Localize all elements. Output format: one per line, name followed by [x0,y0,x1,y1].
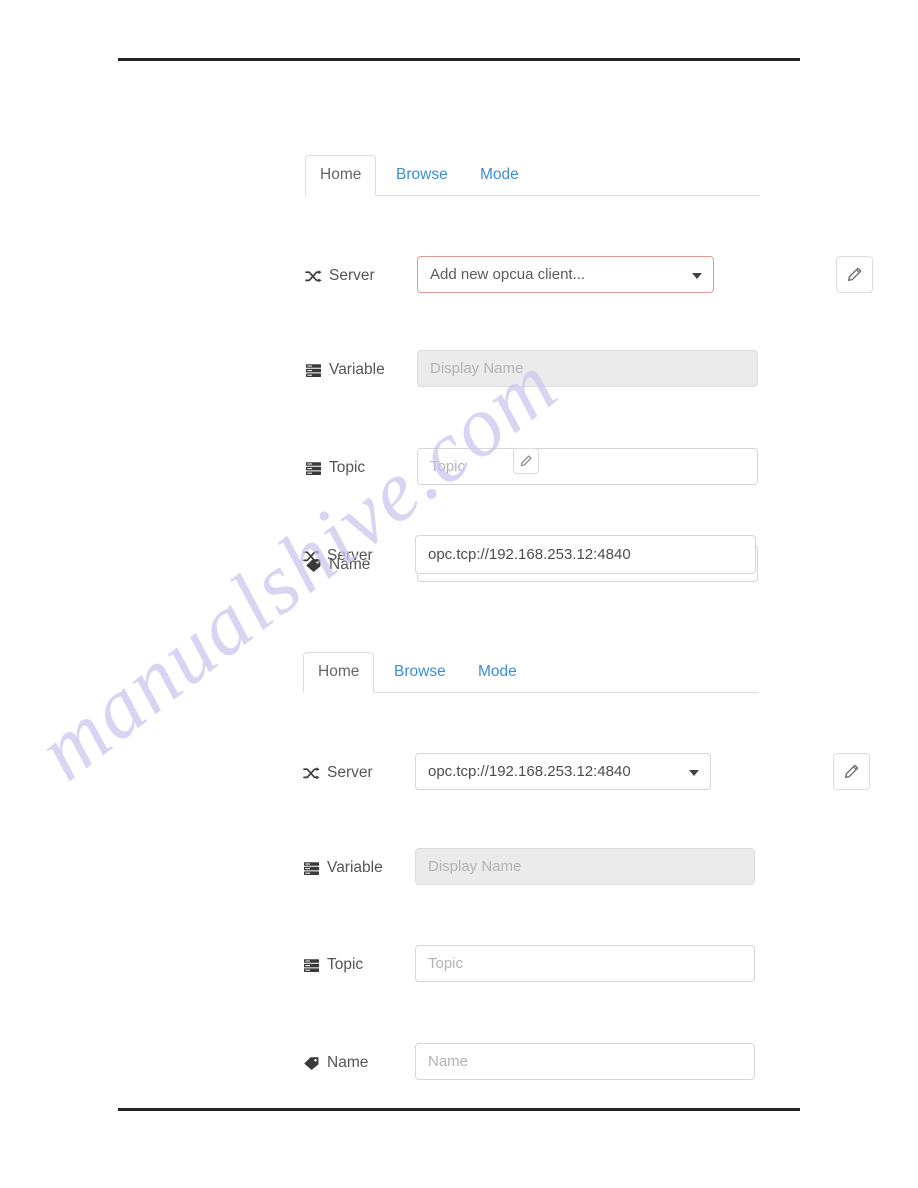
server-icon [305,461,322,476]
variable-input[interactable]: Display Name [417,350,758,387]
tab-mode[interactable]: Mode [463,652,532,693]
server-standalone-control-wrap: opc.tcp://192.168.253.12:4840 [415,535,756,574]
tab-browse[interactable]: Browse [381,155,463,196]
form-row-server: Server Add new opcua client... [305,256,873,305]
chevron-down-icon [689,769,699,776]
header-rule [118,58,800,61]
server-icon [305,363,322,378]
edit-server-button[interactable] [833,753,870,790]
tab-home-label: Home [318,663,360,680]
topic-input[interactable]: Topic [417,448,758,485]
tab-mode[interactable]: Mode [465,155,534,196]
label-server: Server [303,547,373,565]
shuffle-icon [305,269,322,284]
server-control-wrap: Add new opcua client... [417,256,873,293]
variable-input-placeholder: Display Name [430,360,524,377]
form-row-topic: Topic Topic [305,448,775,497]
name-input[interactable]: Name [415,1043,755,1080]
topic-input-placeholder: Topic [428,955,464,972]
server-select-value: opc.tcp://192.168.253.12:4840 [428,763,631,780]
pencil-icon [520,455,532,467]
edit-button-standalone[interactable] [513,448,539,474]
label-name-text: Name [327,1054,369,1071]
tab-mode-label: Mode [480,166,519,183]
label-topic: Topic [305,459,365,477]
server-url-value: opc.tcp://192.168.253.12:4840 [428,546,631,563]
tab-home[interactable]: Home [303,652,375,693]
tab-browse-label: Browse [396,166,448,183]
pencil-icon [844,764,859,779]
form-row-topic: Topic Topic [303,945,773,994]
topic-input[interactable]: Topic [415,945,755,982]
tab-browse[interactable]: Browse [379,652,461,693]
variable-control-wrap: Display Name [417,350,758,387]
edit-server-button[interactable] [836,256,873,293]
topic-control-wrap: Topic [415,945,755,982]
name-input-placeholder: Name [428,1053,469,1070]
label-variable: Variable [303,859,383,877]
variable-input-placeholder: Display Name [428,858,522,875]
form-row-variable: Variable Display Name [303,848,773,897]
topic-input-placeholder: Topic [430,458,466,475]
variable-control-wrap: Display Name [415,848,755,885]
server-icon [303,861,320,876]
label-server-text: Server [327,547,373,564]
variable-input[interactable]: Display Name [415,848,755,885]
label-server-text: Server [329,267,375,284]
tab-bar-bottom: Home Browse Mode [303,652,758,693]
server-control-wrap: opc.tcp://192.168.253.12:4840 [415,753,870,790]
label-variable-text: Variable [327,859,383,876]
shuffle-icon [303,549,320,564]
server-select-value: Add new opcua client... [430,266,586,283]
form-row-variable: Variable Display Name [305,350,775,399]
tab-bar-top: Home Browse Mode [305,155,760,196]
label-variable: Variable [305,361,385,379]
form-row-name: Name Name [303,1043,773,1092]
tab-home[interactable]: Home [305,155,377,196]
tab-home-label: Home [320,166,362,183]
opcua-config-panel-top: Home Browse Mode Server Add new opcua cl… [305,155,873,582]
label-topic-text: Topic [327,956,364,973]
tab-browse-label: Browse [394,663,446,680]
footer-rule [118,1108,800,1111]
form-row-server: Server opc.tcp://192.168.253.12:4840 [303,753,870,802]
server-icon [303,958,320,973]
server-url-input[interactable]: opc.tcp://192.168.253.12:4840 [415,535,756,574]
label-variable-text: Variable [329,361,385,378]
label-topic-text: Topic [329,459,366,476]
tab-mode-label: Mode [478,663,517,680]
label-server: Server [305,267,375,285]
label-topic: Topic [303,956,363,974]
name-control-wrap: Name [415,1043,755,1080]
server-select[interactable]: opc.tcp://192.168.253.12:4840 [415,753,711,790]
tag-icon [303,1056,320,1071]
opcua-config-panel-bottom: Home Browse Mode Server opc.tcp://192.16… [303,652,870,1080]
topic-control-wrap: Topic [417,448,758,485]
label-server-text: Server [327,764,373,781]
pencil-icon [847,267,862,282]
chevron-down-icon [692,272,702,279]
label-server: Server [303,764,373,782]
shuffle-icon [303,766,320,781]
server-select[interactable]: Add new opcua client... [417,256,714,293]
label-name: Name [303,1054,368,1072]
